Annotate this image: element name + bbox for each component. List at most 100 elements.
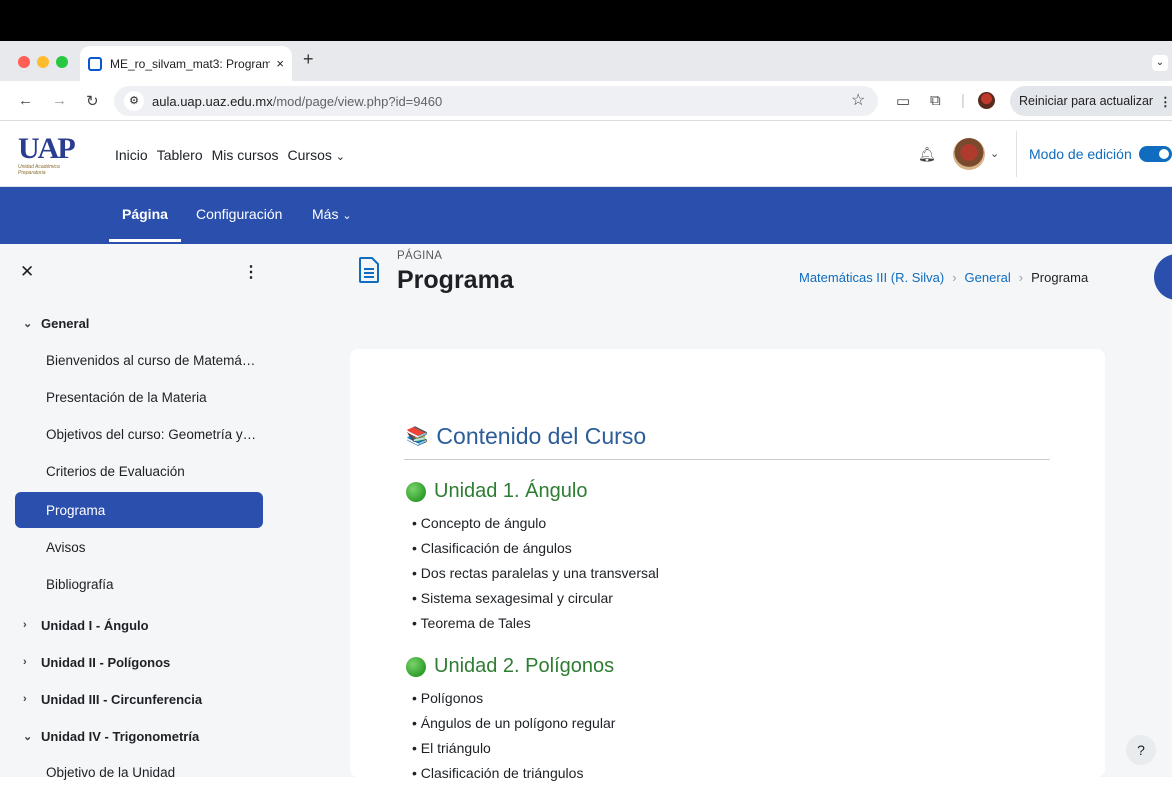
logo-subtext: Unidad Académica Preparatoria: [18, 164, 60, 176]
moodle-favicon-icon: [88, 56, 102, 71]
site-info-icon[interactable]: ⚙: [124, 91, 144, 111]
course-index-item[interactable]: Objetivos del curso: Geometría y…: [15, 416, 263, 452]
course-index-label: Avisos: [46, 539, 86, 555]
chevron-right-icon[interactable]: ›: [15, 693, 35, 705]
course-index-item[interactable]: Bienvenidos al curso de Matemá…: [15, 342, 263, 378]
bookmark-star-icon[interactable]: ☆: [851, 90, 865, 110]
close-window-button[interactable]: [18, 56, 30, 68]
topic-list-item: • El triángulo: [412, 740, 491, 756]
toolbar-divider: |: [961, 92, 965, 109]
unit-heading: Unidad 2. Polígonos: [406, 655, 614, 678]
content-heading-text: Contenido del Curso: [436, 423, 647, 449]
course-index-label: Unidad I - Ángulo: [41, 617, 149, 633]
topic-list-item: • Teorema de Tales: [412, 615, 531, 631]
topic-text: El triángulo: [420, 740, 491, 756]
maximize-window-button[interactable]: [56, 56, 68, 68]
edit-mode-label: Modo de edición: [1029, 146, 1132, 162]
topic-list-item: • Ángulos de un polígono regular: [412, 715, 615, 731]
bullet-icon: •: [412, 765, 421, 781]
breadcrumb-section[interactable]: General: [965, 270, 1011, 285]
tab-search-chevron-icon[interactable]: ⌄: [1152, 55, 1168, 71]
breadcrumb-current: Programa: [1031, 270, 1089, 285]
back-arrow-icon[interactable]: ←: [18, 92, 33, 109]
topic-text: Ángulos de un polígono regular: [420, 715, 616, 731]
nav-tablero[interactable]: Tablero: [157, 147, 203, 163]
course-index-item[interactable]: Programa: [15, 492, 263, 528]
reading-list-icon[interactable]: ▭: [896, 92, 910, 110]
breadcrumb-separator-icon: ›: [1018, 270, 1024, 285]
nav-inicio[interactable]: Inicio: [115, 147, 148, 163]
browser-tab[interactable]: ME_ro_silvam_mat3: Program ×: [80, 46, 292, 81]
course-index-section[interactable]: › Unidad I - Ángulo: [15, 607, 263, 643]
topic-text: Polígonos: [420, 690, 484, 706]
primary-navigation: Inicio Tablero Mis cursos Cursos ⌄: [115, 147, 345, 163]
site-logo[interactable]: UAP Unidad Académica Preparatoria: [18, 134, 80, 178]
user-avatar[interactable]: [953, 138, 985, 170]
topic-text: Sistema sexagesimal y circular: [420, 590, 613, 606]
page-document-icon: [359, 257, 379, 283]
new-tab-button[interactable]: +: [303, 49, 314, 70]
extensions-puzzle-icon[interactable]: ⧉: [930, 92, 941, 109]
topic-list-item: • Dos rectas paralelas y una transversal: [412, 565, 659, 581]
chevron-right-icon[interactable]: ›: [15, 619, 35, 631]
topic-list-item: • Concepto de ángulo: [412, 515, 546, 531]
chevron-right-icon[interactable]: ›: [15, 656, 35, 668]
tab-title: ME_ro_silvam_mat3: Program: [110, 56, 271, 71]
course-index-item[interactable]: Objetivo de la Unidad: [15, 754, 263, 790]
tab-configuracion[interactable]: Configuración: [196, 206, 282, 222]
drawer-options-icon[interactable]: ⋮: [243, 262, 259, 282]
topic-text: Clasificación de ángulos: [420, 540, 572, 556]
tab-pagina[interactable]: Página: [122, 206, 168, 222]
browser-profile-avatar[interactable]: [978, 92, 995, 109]
forward-arrow-icon[interactable]: →: [52, 92, 67, 109]
course-index-section[interactable]: › Unidad II - Polígonos: [15, 644, 263, 680]
bullet-icon: •: [412, 515, 421, 531]
bullet-icon: •: [412, 615, 421, 631]
course-index-item[interactable]: Avisos: [15, 529, 263, 565]
course-index-label: Programa: [46, 502, 106, 518]
course-index-label: Presentación de la Materia: [46, 389, 207, 405]
topic-text: Clasificación de triángulos: [420, 765, 584, 781]
topic-list-item: • Clasificación de triángulos: [412, 765, 583, 781]
course-index-section[interactable]: ⌄ Unidad IV - Trigonometría: [15, 718, 263, 754]
bullet-icon: •: [412, 740, 421, 756]
topic-list-item: • Clasificación de ángulos: [412, 540, 572, 556]
bullet-icon: •: [412, 690, 421, 706]
tab-close-icon[interactable]: ×: [276, 56, 284, 71]
help-button[interactable]: ?: [1126, 735, 1156, 765]
reload-icon[interactable]: ↻: [86, 92, 99, 110]
chevron-down-icon[interactable]: ⌄: [15, 317, 35, 330]
course-index-label: Criterios de Evaluación: [46, 463, 185, 479]
nav-cursos[interactable]: Cursos ⌄: [288, 147, 345, 163]
breadcrumb-separator-icon: ›: [952, 270, 957, 285]
bullet-icon: •: [412, 565, 421, 581]
tab-mas[interactable]: Más ⌄: [312, 206, 352, 222]
top-black-bar: [0, 0, 1172, 41]
course-index-label: Bienvenidos al curso de Matemá…: [46, 352, 256, 368]
course-index-item[interactable]: Criterios de Evaluación: [15, 453, 263, 489]
activity-type-label: PÁGINA: [397, 250, 443, 262]
nav-mis-cursos[interactable]: Mis cursos: [212, 147, 279, 163]
restart-to-update-button[interactable]: Reiniciar para actualizar ⋮: [1010, 86, 1172, 116]
minimize-window-button[interactable]: [37, 56, 49, 68]
notifications-bell-icon[interactable]: 🔔︎: [918, 146, 936, 163]
address-bar[interactable]: ⚙ aula.uap.uaz.edu.mx/mod/page/view.php?…: [114, 86, 878, 116]
user-menu-chevron-icon[interactable]: ⌄: [990, 147, 999, 160]
navbar-divider: [1016, 131, 1017, 177]
content-heading: 📚 Contenido del Curso: [406, 423, 646, 450]
course-index-label: Unidad III - Circunferencia: [41, 691, 203, 707]
edit-mode-toggle[interactable]: [1139, 146, 1172, 162]
green-circle-icon: [406, 656, 426, 677]
chevron-down-icon[interactable]: ⌄: [15, 730, 35, 743]
course-index-item[interactable]: Presentación de la Materia: [15, 379, 263, 415]
course-index-label: General: [41, 315, 90, 331]
course-index-item[interactable]: Bibliografía: [15, 566, 263, 602]
course-index-section[interactable]: › Unidad III - Circunferencia: [15, 681, 263, 717]
kebab-menu-icon[interactable]: ⋮: [1159, 94, 1172, 109]
topic-text: Concepto de ángulo: [420, 515, 547, 531]
close-drawer-icon[interactable]: ✕: [20, 262, 34, 282]
course-index-section[interactable]: ⌄ General: [15, 305, 263, 341]
course-index-label: Unidad IV - Trigonometría: [41, 728, 200, 744]
breadcrumb-course[interactable]: Matemáticas III (R. Silva): [799, 270, 944, 285]
unit-title: Unidad 1. Ángulo: [434, 480, 588, 502]
